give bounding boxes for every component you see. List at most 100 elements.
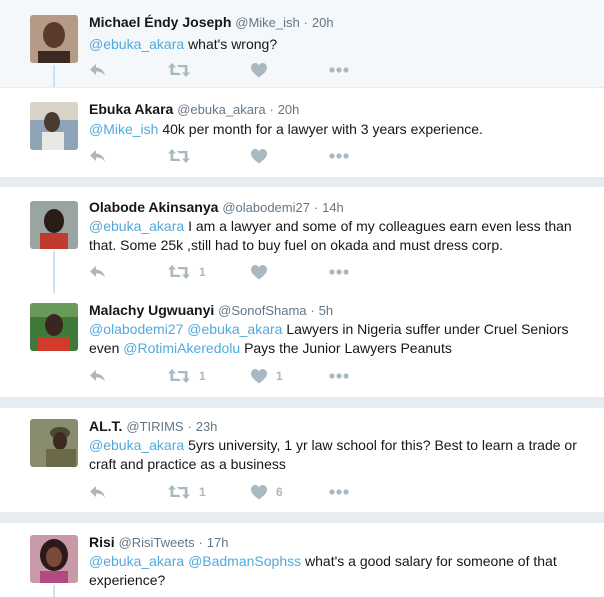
avatar[interactable]	[30, 102, 78, 150]
user-handle[interactable]: @TIRIMS	[126, 419, 183, 434]
mention-link[interactable]: @ebuka_akara	[89, 218, 184, 234]
more-button[interactable]	[329, 146, 349, 166]
tweet-header: AL.T. @TIRIMS · 23h	[89, 418, 217, 434]
tweet-text: @olabodemi27 @ebuka_akara Lawyers in Nig…	[89, 320, 594, 358]
tweet-text: @ebuka_akara 5yrs university, 1 yr law s…	[89, 436, 594, 474]
tweet-time[interactable]: 17h	[207, 535, 229, 550]
tweet-text: @ebuka_akara what's wrong?	[89, 35, 594, 54]
retweet-button[interactable]: 1	[168, 482, 206, 502]
tweet-time[interactable]: 5h	[319, 303, 333, 318]
tweet-text-content: Pays the Junior Lawyers Peanuts	[244, 340, 452, 356]
tweet-text: @ebuka_akara I am a lawyer and some of m…	[89, 217, 594, 255]
reply-button[interactable]	[89, 146, 107, 166]
more-icon	[329, 153, 349, 159]
heart-icon	[251, 62, 267, 77]
more-button[interactable]	[329, 482, 349, 502]
like-count: 6	[276, 485, 283, 499]
retweet-button[interactable]	[168, 146, 199, 166]
user-fullname[interactable]: Olabode Akinsanya	[89, 199, 218, 215]
heart-icon	[251, 148, 267, 163]
user-handle[interactable]: @SonofShama	[218, 303, 306, 318]
reply-button[interactable]	[89, 482, 107, 502]
tweet-header: Ebuka Akara @ebuka_akara · 20h	[89, 101, 299, 117]
tweet[interactable]: Ebuka Akara @ebuka_akara · 20h @Mike_ish…	[0, 88, 604, 177]
user-handle[interactable]: @olabodemi27	[222, 200, 310, 215]
mention-link[interactable]: @ebuka_akara	[187, 321, 282, 337]
more-icon	[329, 373, 349, 379]
tweet[interactable]: Michael Éndy Joseph @Mike_ish · 20h @ebu…	[0, 0, 604, 87]
reply-icon	[90, 266, 105, 278]
separator-dot: ·	[198, 535, 203, 550]
user-fullname[interactable]: Malachy Ugwuanyi	[89, 302, 214, 318]
separator-dot: ·	[313, 200, 319, 215]
retweet-count: 1	[199, 265, 206, 279]
more-icon	[329, 269, 349, 275]
retweet-button[interactable]: 1	[168, 366, 206, 386]
avatar[interactable]	[30, 303, 78, 351]
like-button[interactable]	[251, 60, 276, 80]
reply-button[interactable]	[89, 366, 107, 386]
tweet[interactable]: AL.T. @TIRIMS · 23h @ebuka_akara 5yrs un…	[0, 408, 604, 512]
mention-link[interactable]: @olabodemi27	[89, 321, 183, 337]
tweet-time[interactable]: 23h	[196, 419, 218, 434]
tweet[interactable]: Risi @RisiTweets · 17h @ebuka_akara @Bad…	[0, 523, 604, 597]
user-fullname[interactable]: Michael Éndy Joseph	[89, 14, 231, 30]
tweet-text: @Mike_ish 40k per month for a lawyer wit…	[89, 120, 594, 139]
retweet-button[interactable]: 1	[168, 262, 206, 282]
avatar[interactable]	[30, 15, 78, 63]
retweet-icon	[168, 265, 190, 279]
separator-dot: ·	[269, 102, 274, 117]
reply-icon	[90, 370, 105, 382]
avatar[interactable]	[30, 419, 78, 467]
tweet-time[interactable]: 20h	[312, 15, 334, 30]
like-button[interactable]: 6	[251, 482, 283, 502]
retweet-icon	[168, 485, 190, 499]
user-handle[interactable]: @ebuka_akara	[177, 102, 265, 117]
more-button[interactable]	[329, 366, 349, 386]
avatar[interactable]	[30, 535, 78, 583]
mention-link[interactable]: @BadmanSophss	[188, 553, 301, 569]
retweet-icon	[168, 369, 190, 383]
user-fullname[interactable]: Risi	[89, 534, 115, 550]
mention-link[interactable]: @RotimiAkeredolu	[123, 340, 240, 356]
like-count: 1	[276, 369, 283, 383]
tweet[interactable]: Malachy Ugwuanyi @SonofShama · 5h @olabo…	[0, 293, 604, 397]
retweet-icon	[168, 63, 190, 77]
retweet-count: 1	[199, 369, 206, 383]
tweet-time[interactable]: 20h	[278, 102, 300, 117]
retweet-button[interactable]	[168, 60, 199, 80]
tweet-header: Malachy Ugwuanyi @SonofShama · 5h	[89, 302, 333, 318]
user-handle[interactable]: @Mike_ish	[235, 15, 300, 30]
reply-icon	[90, 486, 105, 498]
heart-icon	[251, 264, 267, 279]
heart-icon	[251, 368, 267, 383]
separator-dot: ·	[303, 15, 308, 30]
more-button[interactable]	[329, 262, 349, 282]
tweet-text-content: 40k per month for a lawyer with 3 years …	[162, 121, 483, 137]
reply-button[interactable]	[89, 262, 107, 282]
user-fullname[interactable]: Ebuka Akara	[89, 101, 173, 117]
more-button[interactable]	[329, 60, 349, 80]
mention-link[interactable]: @Mike_ish	[89, 121, 158, 137]
like-button[interactable]	[251, 262, 276, 282]
mention-link[interactable]: @ebuka_akara	[89, 553, 184, 569]
user-handle[interactable]: @RisiTweets	[119, 535, 195, 550]
more-icon	[329, 67, 349, 73]
reply-button[interactable]	[89, 60, 107, 80]
mention-link[interactable]: @ebuka_akara	[89, 437, 184, 453]
tweet-header: Michael Éndy Joseph @Mike_ish · 20h	[89, 14, 334, 30]
like-button[interactable]: 1	[251, 366, 283, 386]
mention-link[interactable]: @ebuka_akara	[89, 36, 184, 52]
thread-line	[53, 65, 55, 87]
avatar[interactable]	[30, 201, 78, 249]
reply-icon	[90, 150, 105, 162]
like-button[interactable]	[251, 146, 276, 166]
heart-icon	[251, 484, 267, 499]
tweet-text-content: what's wrong?	[188, 36, 278, 52]
tweet[interactable]: Olabode Akinsanya @olabodemi27 · 14h @eb…	[0, 187, 604, 293]
reply-icon	[90, 64, 105, 76]
retweet-count: 1	[199, 485, 206, 499]
thread-line	[53, 251, 55, 293]
user-fullname[interactable]: AL.T.	[89, 418, 122, 434]
tweet-time[interactable]: 14h	[322, 200, 344, 215]
